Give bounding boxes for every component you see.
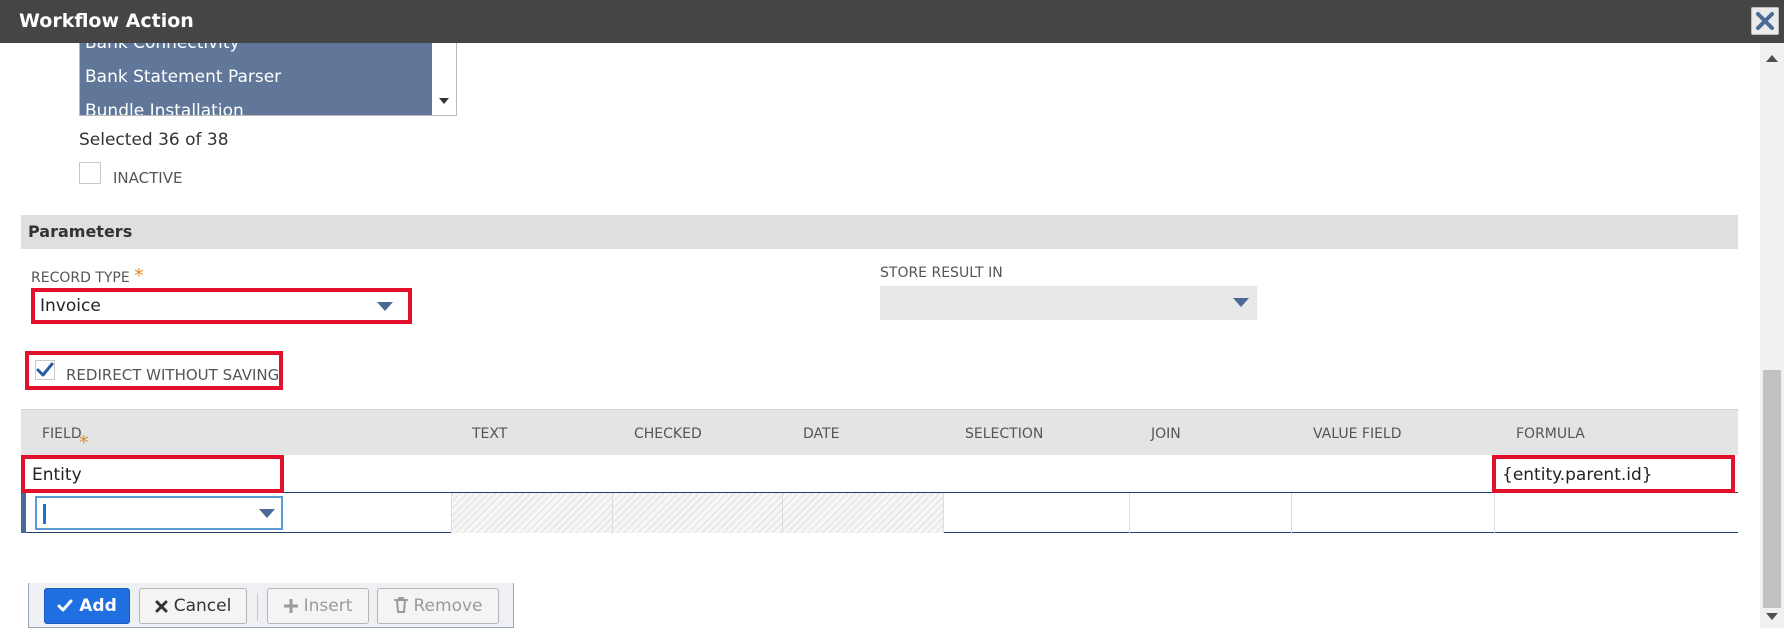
formula-value: {entity.parent.id} xyxy=(1502,465,1653,485)
dropdown-arrow-icon[interactable] xyxy=(377,302,393,311)
inactive-label: INACTIVE xyxy=(113,169,183,187)
scroll-down-icon[interactable] xyxy=(439,98,449,104)
required-icon: * xyxy=(79,432,89,454)
text-cell-disabled xyxy=(451,493,612,533)
text-cursor xyxy=(43,504,46,524)
formula-cell[interactable]: {entity.parent.id} xyxy=(1492,455,1735,493)
close-icon xyxy=(1756,12,1774,30)
remove-button[interactable]: Remove xyxy=(377,588,499,624)
redirect-checkbox[interactable] xyxy=(35,360,55,380)
field-select-input[interactable] xyxy=(35,496,283,530)
grid-button-bar: Add Cancel Insert Remove xyxy=(28,583,514,628)
dropdown-arrow-icon[interactable] xyxy=(1233,298,1249,307)
trash-icon xyxy=(393,597,408,613)
selected-count: Selected 36 of 38 xyxy=(79,130,229,150)
column-header-value-field: VALUE FIELD xyxy=(1313,426,1402,442)
column-header-formula: FORMULA xyxy=(1516,426,1585,442)
record-type-label: RECORD TYPE * xyxy=(31,265,144,287)
record-type-select[interactable]: Invoice xyxy=(31,288,412,324)
selection-cell[interactable] xyxy=(943,493,1129,533)
column-header-join: JOIN xyxy=(1151,426,1181,442)
close-icon xyxy=(155,600,168,613)
redirect-label: REDIRECT WITHOUT SAVING xyxy=(66,366,280,384)
new-row-editor xyxy=(21,493,1738,533)
audience-option[interactable]: Bank Connectivity xyxy=(85,43,240,53)
column-header-text: TEXT xyxy=(472,426,508,442)
parameters-section-header: Parameters xyxy=(21,215,1738,249)
scroll-down-icon[interactable] xyxy=(1766,613,1778,620)
cancel-button[interactable]: Cancel xyxy=(139,588,247,624)
column-header-selection: SELECTION xyxy=(965,426,1044,442)
remove-button-label: Remove xyxy=(413,596,483,616)
audience-option[interactable]: Bundle Installation xyxy=(85,101,244,115)
redirect-without-saving-field: REDIRECT WITHOUT SAVING xyxy=(25,351,283,390)
column-header-field: FIELD xyxy=(42,426,82,442)
dialog-content: Bank Connectivity Bank Statement Parser … xyxy=(0,43,1760,628)
scroll-up-icon[interactable] xyxy=(1766,55,1778,62)
date-cell-disabled xyxy=(782,493,943,533)
field-value: Entity xyxy=(32,465,82,485)
insert-button[interactable]: Insert xyxy=(267,588,369,624)
audience-list: Bank Connectivity Bank Statement Parser … xyxy=(80,43,432,115)
add-button[interactable]: Add xyxy=(44,588,130,624)
plus-icon xyxy=(283,599,298,613)
table-row[interactable]: Entity {entity.parent.id} xyxy=(21,455,1738,493)
column-header-checked: CHECKED xyxy=(634,426,702,442)
window-title: Workflow Action xyxy=(19,10,194,32)
checkmark-icon xyxy=(36,362,54,377)
grid-header-row: FIELD * TEXT CHECKED DATE SELECTION JOIN… xyxy=(21,409,1738,455)
audience-option[interactable]: Bank Statement Parser xyxy=(85,67,281,87)
column-header-date: DATE xyxy=(803,426,840,442)
insert-button-label: Insert xyxy=(303,596,353,616)
record-type-label-text: RECORD TYPE xyxy=(31,270,130,286)
join-cell[interactable] xyxy=(1129,493,1291,533)
add-button-label: Add xyxy=(79,596,117,616)
cancel-button-label: Cancel xyxy=(173,596,232,616)
vertical-scrollbar[interactable] xyxy=(1760,43,1784,628)
record-type-value: Invoice xyxy=(40,296,101,316)
field-cell[interactable]: Entity xyxy=(21,455,284,493)
row-marker xyxy=(21,493,26,533)
dropdown-arrow-icon[interactable] xyxy=(259,509,275,518)
checkmark-icon xyxy=(57,599,73,612)
store-result-label: STORE RESULT IN xyxy=(880,265,1003,281)
checked-cell-disabled xyxy=(612,493,782,533)
audience-multiselect[interactable]: Bank Connectivity Bank Statement Parser … xyxy=(79,43,457,116)
close-button[interactable] xyxy=(1751,7,1779,35)
store-result-select[interactable] xyxy=(880,286,1257,320)
value-field-cell[interactable] xyxy=(1291,493,1494,533)
inactive-checkbox[interactable] xyxy=(79,162,101,184)
formula-cell[interactable] xyxy=(1494,493,1738,533)
window-title-bar: Workflow Action xyxy=(0,0,1784,43)
button-divider xyxy=(257,593,258,621)
required-icon: * xyxy=(134,265,144,287)
scrollbar-thumb[interactable] xyxy=(1763,370,1781,608)
